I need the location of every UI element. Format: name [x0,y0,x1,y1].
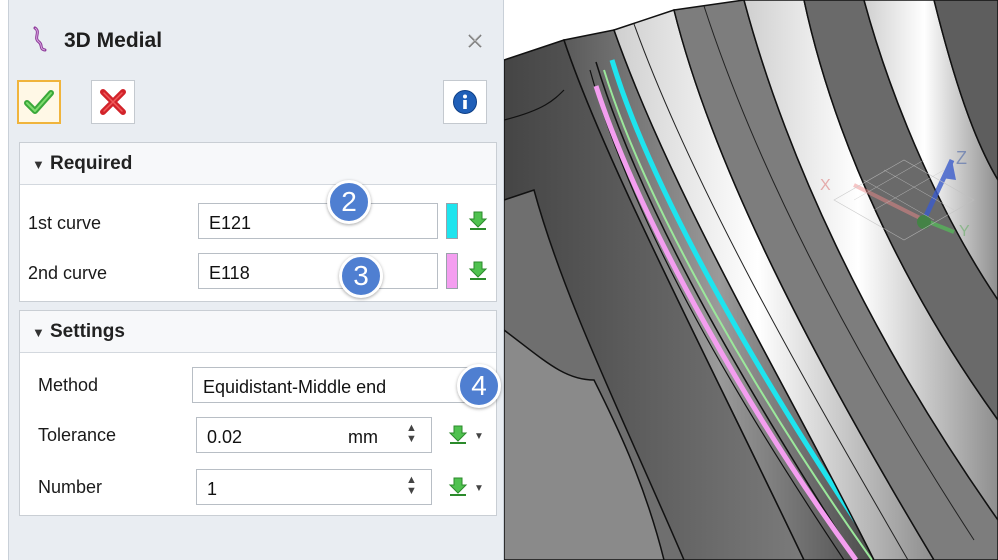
first-curve-color-swatch[interactable] [446,203,458,239]
callout-badge-4: 4 [457,364,501,408]
second-curve-color-swatch[interactable] [446,253,458,289]
info-icon [453,90,477,114]
tolerance-label: Tolerance [38,425,117,445]
collapse-triangle-icon: ▼ [32,325,45,340]
tolerance-input[interactable]: 0.02 [196,417,432,453]
callout-badge-3: 3 [339,254,383,298]
required-section: ▼ Required 1st curve E121 2nd curve E118 [19,142,497,302]
method-label: Method [38,375,99,395]
pick-arrow-icon[interactable] [468,261,488,281]
3d-viewport[interactable]: Z Y X [504,0,998,560]
number-input[interactable]: 1 [196,469,432,505]
number-spinner[interactable]: ▲ ▼ [406,475,417,497]
pick-arrow-icon[interactable] [448,477,468,497]
ok-button[interactable] [17,80,61,124]
first-curve-field[interactable]: E121 [198,203,438,239]
svg-text:Z: Z [956,148,967,168]
info-button[interactable] [443,80,487,124]
gear-model-render: Z Y X [504,0,998,560]
svg-text:X: X [820,177,831,194]
tolerance-spinner[interactable]: ▲ ▼ [406,423,417,445]
number-label: Number [38,477,103,497]
first-curve-label: 1st curve [28,213,102,233]
chevron-down-icon[interactable]: ▼ [474,431,484,442]
svg-text:Y: Y [959,223,970,240]
checkmark-icon [24,90,54,114]
cancel-button[interactable] [91,80,135,124]
collapse-triangle-icon: ▼ [32,157,45,172]
tolerance-unit: mm [348,427,378,447]
chevron-down-icon[interactable]: ▼ [474,483,484,494]
dialog-title: 3D Medial [64,29,163,52]
pick-arrow-icon[interactable] [448,425,468,445]
pick-arrow-icon[interactable] [468,211,488,231]
second-curve-field[interactable]: E118 [198,253,438,289]
red-x-icon [100,89,126,115]
dialog-title-bar: 3D Medial [9,0,503,70]
second-curve-label: 2nd curve [28,263,108,283]
settings-section: ▼ Settings Method Equidistant-Middle end… [19,310,497,516]
required-header[interactable]: ▼ Required [20,143,496,185]
callout-badge-2: 2 [327,180,371,224]
settings-header[interactable]: ▼ Settings [20,311,496,353]
method-dropdown[interactable]: Equidistant-Middle end [192,367,482,403]
close-icon[interactable] [467,33,483,49]
medial-dialog: 3D Medial ▼ Required 1st curve E121 2nd … [8,0,504,560]
medial-curve-icon [33,26,47,52]
